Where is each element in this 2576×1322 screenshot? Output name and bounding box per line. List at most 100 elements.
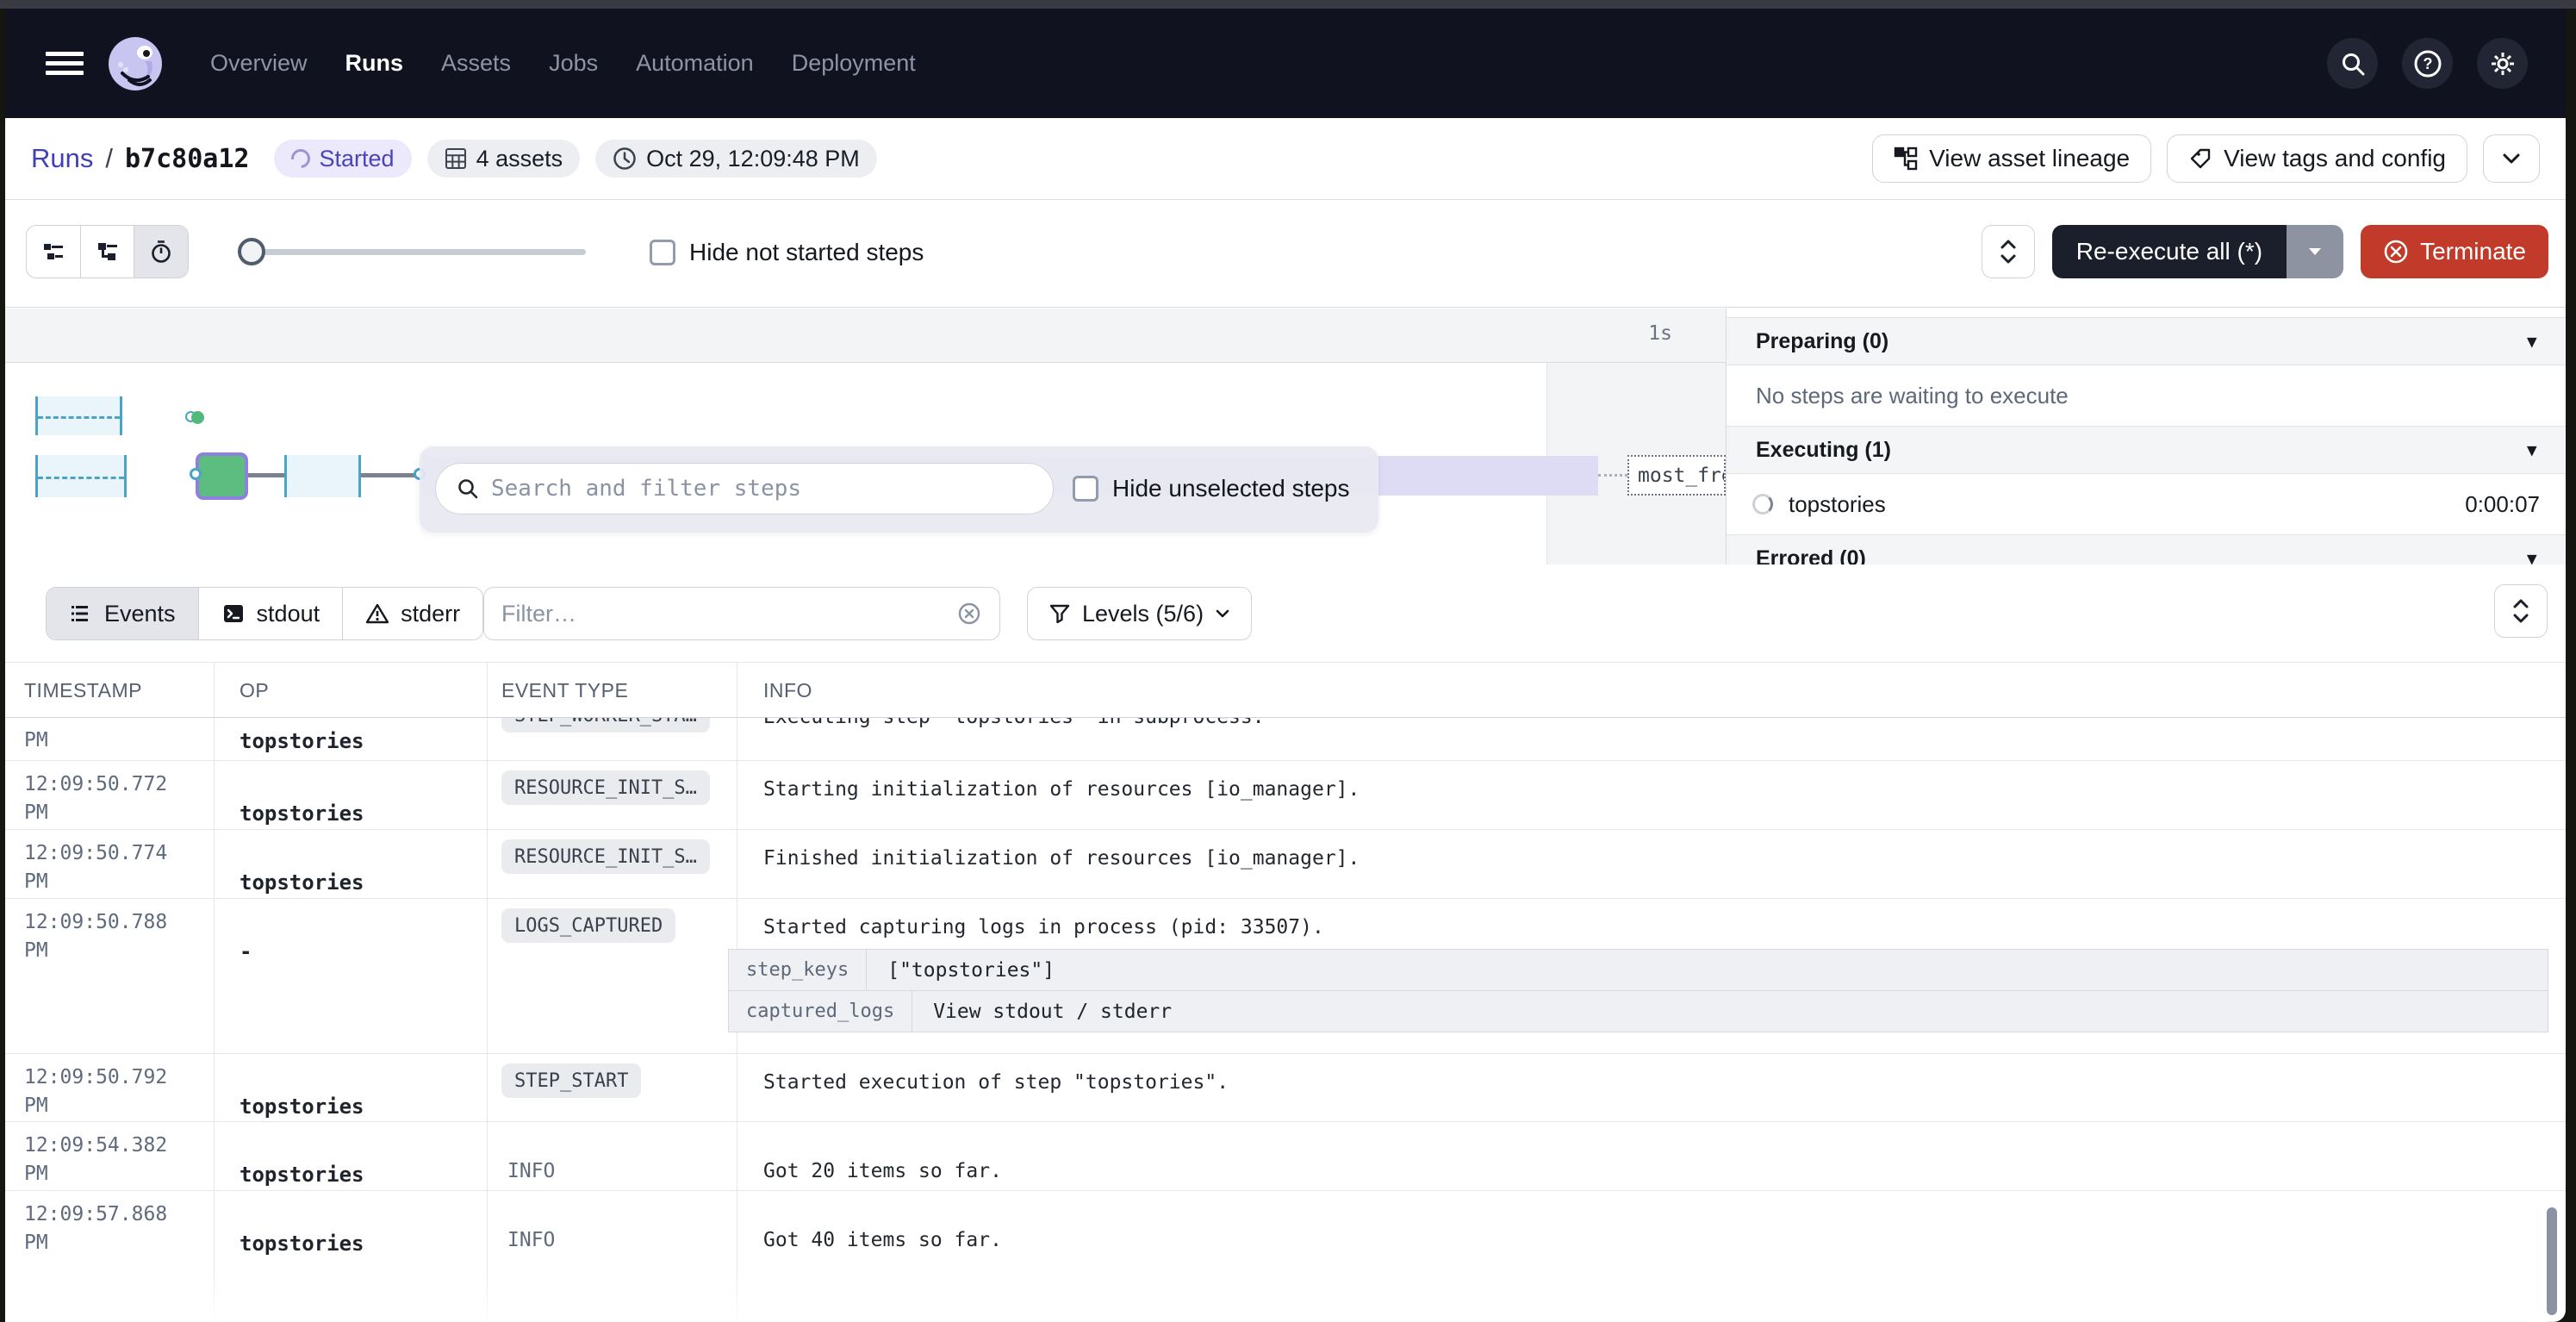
search-icon[interactable]: [2327, 38, 2378, 89]
hide-not-started-checkbox[interactable]: [650, 240, 675, 265]
step-search-input[interactable]: [491, 476, 1032, 502]
nav-item-runs[interactable]: Runs: [345, 50, 404, 77]
event-type-label: INFO: [507, 1160, 555, 1182]
hide-unselected-checkbox[interactable]: [1073, 476, 1098, 502]
event-timestamp-meridiem: PM: [24, 1163, 48, 1185]
reexecute-all-button[interactable]: Re-execute all (*): [2052, 225, 2287, 278]
clear-filter-icon[interactable]: [956, 601, 982, 627]
event-type-chip[interactable]: RESOURCE_INIT_S…: [501, 770, 710, 805]
gantt-pending-step[interactable]: most_frequent: [1627, 455, 1726, 496]
nav-item-jobs[interactable]: Jobs: [549, 50, 598, 77]
dagster-logo-icon[interactable]: [107, 35, 164, 92]
event-log-row[interactable]: 12:09:50.792PMtopstoriesSTEP_STARTStarte…: [5, 1054, 2566, 1122]
assets-badge[interactable]: 4 assets: [427, 140, 581, 178]
event-info: Starting initialization of resources [io…: [763, 778, 1360, 801]
view-tags-config-button[interactable]: View tags and config: [2167, 134, 2467, 183]
event-info: Got 40 items so far.: [763, 1229, 1002, 1251]
gantt-section: 1s most_frequent: [5, 309, 2566, 564]
event-log-row[interactable]: 12:09:54.382PMtopstoriesINFOGot 20 items…: [5, 1122, 2566, 1191]
event-log-row[interactable]: 12:09:50.772PMtopstoriesRESOURCE_INIT_S……: [5, 761, 2566, 830]
nav-item-deployment[interactable]: Deployment: [792, 50, 916, 77]
event-type-chip[interactable]: STEP_START: [501, 1063, 641, 1098]
nav-item-overview[interactable]: Overview: [210, 50, 308, 77]
zoom-slider-handle[interactable]: [238, 238, 265, 265]
view-asset-lineage-button[interactable]: View asset lineage: [1872, 134, 2151, 183]
event-info: Executing step "topstories" in subproces…: [763, 718, 1265, 728]
tab-events[interactable]: Events: [47, 588, 199, 639]
event-log-row[interactable]: 12:09:57.868PMtopstoriesINFOGot 40 items…: [5, 1191, 2566, 1322]
gantt-dotted-edge: [1598, 474, 1627, 477]
event-log-row[interactable]: PM topstories STEP_WORKER_STA… Executing st…: [5, 718, 2566, 761]
nav-item-assets[interactable]: Assets: [441, 50, 511, 77]
breadcrumb-runs-link[interactable]: Runs: [31, 143, 93, 174]
event-info: Started execution of step "topstories".: [763, 1071, 1229, 1094]
gantt-view-mode-group: [26, 225, 189, 278]
event-op: topstories: [240, 729, 364, 753]
log-sort-order-button[interactable]: [2494, 584, 2548, 638]
event-log-rows: PM topstories STEP_WORKER_STA… Executing st…: [5, 718, 2566, 1322]
metadata-value[interactable]: View stdout / stderr: [912, 991, 1192, 1032]
events-list-icon: [69, 602, 93, 626]
gantt-step-skeleton[interactable]: [284, 455, 361, 497]
settings-gear-icon[interactable]: [2477, 38, 2528, 89]
start-time-badge[interactable]: Oct 29, 12:09:48 PM: [595, 140, 877, 178]
metadata-key: step_keys: [729, 950, 867, 990]
event-timestamp-meridiem: PM: [24, 801, 48, 824]
event-type-chip[interactable]: RESOURCE_INIT_S…: [501, 839, 710, 874]
event-op: -: [240, 939, 252, 963]
top-nav: Overview Runs Assets Jobs Automation Dep…: [5, 9, 2566, 118]
vertical-scrollbar-thumb[interactable]: [2547, 1207, 2557, 1315]
event-timestamp: 12:09:57.868: [24, 1203, 167, 1225]
reexecute-options-caret[interactable]: [2287, 225, 2343, 278]
event-log-table: TIMESTAMP OP EVENT TYPE INFO PMtopstorie…: [5, 662, 2566, 1322]
log-filter-box: [483, 587, 1000, 640]
metadata-row: step_keys["topstories"]: [728, 949, 2548, 991]
gantt-step-skeleton[interactable]: [35, 396, 122, 435]
breadcrumb: Runs / b7c80a12: [31, 143, 250, 174]
event-timestamp-meridiem: PM: [24, 1094, 48, 1117]
terminal-icon: [221, 602, 246, 626]
nav-item-automation[interactable]: Automation: [636, 50, 754, 77]
errored-section-header[interactable]: Errored (0) ▾: [1727, 534, 2566, 564]
gantt-step-dot[interactable]: [191, 411, 204, 424]
hide-unselected-label: Hide unselected steps: [1112, 475, 1350, 502]
event-info: Started capturing logs in process (pid: …: [763, 916, 1324, 938]
view-waterfall-icon[interactable]: [81, 226, 135, 277]
hamburger-menu-icon[interactable]: [46, 52, 84, 75]
executing-section-header[interactable]: Executing (1) ▾: [1727, 426, 2566, 474]
levels-dropdown-button[interactable]: Levels (5/6): [1027, 587, 1252, 640]
preparing-section-header[interactable]: Preparing (0) ▾: [1727, 317, 2566, 365]
log-tabs: Events stdout stderr: [46, 587, 483, 640]
reexecute-split-button: Re-execute all (*): [2052, 225, 2343, 278]
view-timed-icon[interactable]: [134, 226, 188, 277]
status-badge[interactable]: Started: [274, 140, 412, 178]
gantt-running-step-topstories[interactable]: [196, 452, 248, 500]
executing-step-row[interactable]: topstories 0:00:07: [1727, 474, 2566, 534]
event-timestamp-meridiem: PM: [24, 1232, 48, 1254]
terminate-x-icon: [2383, 239, 2409, 265]
gantt-chart[interactable]: 1s most_frequent: [5, 309, 1726, 564]
metadata-row: captured_logsView stdout / stderr: [728, 990, 2548, 1032]
status-spinner-icon: [287, 146, 314, 172]
step-spinner-icon: [1752, 494, 1773, 514]
zoom-slider[interactable]: [241, 249, 586, 255]
event-log-row[interactable]: 12:09:50.774PMtopstoriesRESOURCE_INIT_S……: [5, 830, 2566, 899]
tab-stderr[interactable]: stderr: [343, 588, 482, 639]
log-filter-input[interactable]: [501, 601, 956, 627]
run-actions-dropdown-button[interactable]: [2483, 134, 2540, 183]
event-log-row[interactable]: 12:09:50.788PM-LOGS_CAPTUREDStarted capt…: [5, 899, 2566, 1054]
event-type-chip[interactable]: STEP_WORKER_STA…: [501, 718, 710, 733]
funnel-icon: [1048, 602, 1071, 625]
event-timestamp: 12:09:50.792: [24, 1066, 167, 1088]
event-info: Finished initialization of resources [io…: [763, 847, 1360, 870]
nav-items: Overview Runs Assets Jobs Automation Dep…: [210, 9, 916, 118]
help-icon[interactable]: ?: [2402, 38, 2453, 89]
event-metadata-table: step_keys["topstories"]captured_logsView…: [728, 950, 2548, 1032]
tab-stdout[interactable]: stdout: [199, 588, 344, 639]
expand-collapse-panel-button[interactable]: [1982, 225, 2035, 278]
event-timestamp-meridiem: PM: [24, 729, 48, 751]
view-flat-icon[interactable]: [27, 226, 81, 277]
terminate-button[interactable]: Terminate: [2361, 225, 2548, 278]
event-type-chip[interactable]: LOGS_CAPTURED: [501, 908, 675, 943]
gantt-step-skeleton[interactable]: [35, 455, 127, 497]
